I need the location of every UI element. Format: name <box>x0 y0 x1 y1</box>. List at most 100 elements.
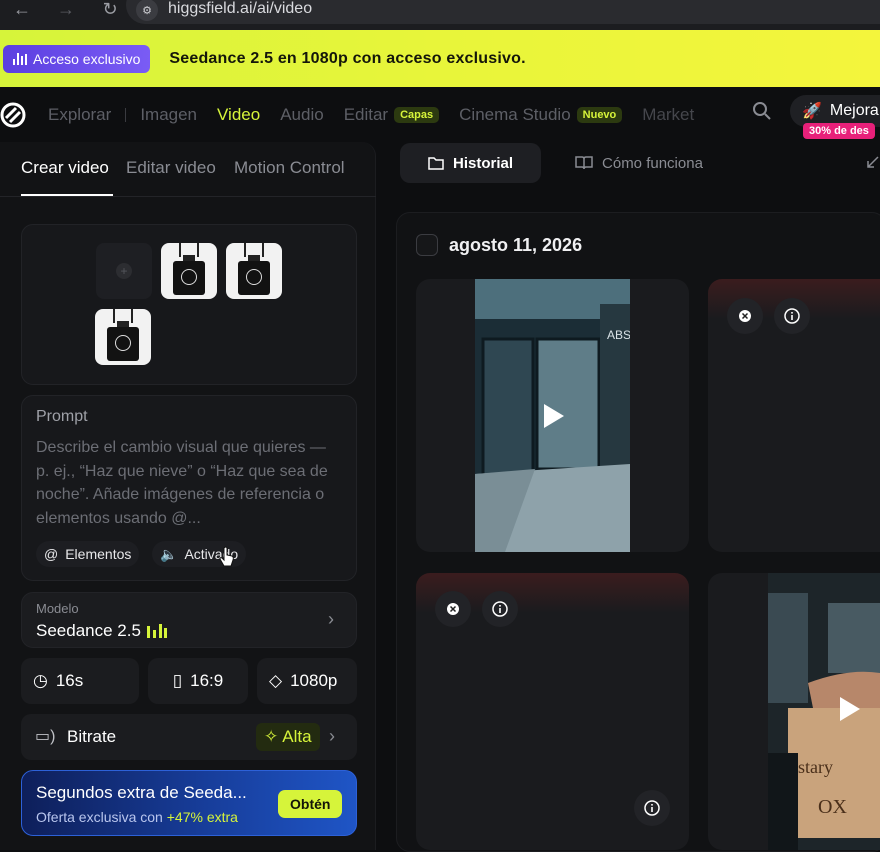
extra-seconds-promo[interactable]: Segundos extra de Seeda... Oferta exclus… <box>21 770 357 836</box>
tab-como-funciona-label: Cómo funciona <box>602 154 703 172</box>
nav-cinema-studio[interactable]: Cinema Studio Nuevo <box>459 104 623 125</box>
aspect-ratio-icon: ▯ <box>172 671 183 690</box>
pending-video-tile[interactable] <box>416 573 689 850</box>
at-icon: @ <box>44 546 59 562</box>
nav-divider <box>125 107 127 122</box>
folder-icon <box>428 157 444 170</box>
arrow-left-icon[interactable]: ← <box>0 0 44 18</box>
bitrate-value-badge: ✧ Alta <box>256 723 320 751</box>
promo-subtitle-prefix: Oferta exclusiva con <box>36 809 163 825</box>
reference-images: + <box>21 224 357 385</box>
expand-icon[interactable] <box>866 155 880 169</box>
bitrate-value: Alta <box>282 727 312 746</box>
resolution-selector[interactable]: ◇ 1080p <box>257 658 357 704</box>
model-label: Modelo <box>36 601 79 616</box>
duration-selector[interactable]: ◷ 16s <box>21 658 139 704</box>
info-button[interactable] <box>482 591 518 627</box>
nav-cinema-studio-label: Cinema Studio <box>459 104 571 124</box>
discount-badge: 30% de des <box>803 123 875 139</box>
svg-text:ABS: ABS <box>607 328 630 342</box>
history-tabs: Historial Cómo funciona <box>400 143 731 183</box>
cancel-button[interactable] <box>435 591 471 627</box>
bitrate-label: Bitrate <box>67 727 117 746</box>
date-group-header: agosto 11, 2026 <box>416 234 582 256</box>
active-tab-underline <box>21 194 113 196</box>
sparkle-icon: ✧ <box>264 727 279 746</box>
add-image-button[interactable]: + <box>96 243 152 299</box>
top-navigation: Explorar Imagen Video Audio Editar Capas … <box>0 87 880 142</box>
nav-explorar[interactable]: Explorar <box>48 105 111 125</box>
nav-audio-label: Audio <box>280 104 324 124</box>
nav-video[interactable]: Video <box>217 105 260 125</box>
rocket-icon: 🚀 <box>802 103 822 120</box>
search-icon[interactable] <box>752 101 772 121</box>
select-all-checkbox[interactable] <box>416 234 438 256</box>
tab-editar-video[interactable]: Editar video <box>126 158 216 178</box>
nav-editar[interactable]: Editar Capas <box>344 105 440 125</box>
prompt-input[interactable]: Describe el cambio visual que quieres — … <box>36 436 336 530</box>
tab-historial[interactable]: Historial <box>400 143 542 183</box>
aspect-ratio-selector[interactable]: ▯ 16:9 <box>148 658 248 704</box>
video-thumbnail[interactable]: ABS <box>475 279 630 552</box>
arrow-right-icon[interactable]: → <box>44 0 88 18</box>
address-bar[interactable]: ⚙ higgsfield.ai/ai/video <box>126 0 880 24</box>
info-icon <box>492 601 508 617</box>
info-icon <box>784 308 800 324</box>
promo-title: Segundos extra de Seeda... <box>36 783 247 802</box>
plus-icon: + <box>116 263 132 279</box>
capas-badge: Capas <box>394 106 440 123</box>
promo-subtitle: Oferta exclusiva con +47% extra <box>36 809 238 825</box>
get-button[interactable]: Obtén <box>278 790 343 818</box>
exclusive-access-label: Acceso exclusivo <box>33 50 141 67</box>
create-panel: Crear video Editar video Motion Control … <box>0 142 376 850</box>
reference-image[interactable] <box>226 243 282 299</box>
browser-toolbar: ← → ↻ ⚙ higgsfield.ai/ai/video <box>0 0 880 30</box>
url-text[interactable]: higgsfield.ai/ai/video <box>168 0 312 18</box>
tab-motion-control[interactable]: Motion Control <box>234 158 345 178</box>
tab-como-funciona[interactable]: Cómo funciona <box>547 143 731 183</box>
upgrade-label: Mejora <box>829 102 879 119</box>
chevron-right-icon: › <box>329 726 335 746</box>
aspect-ratio-value: 16:9 <box>190 671 224 690</box>
nav-market[interactable]: Market <box>642 105 694 125</box>
date-label: agosto 11, 2026 <box>449 234 583 255</box>
model-selector[interactable]: Modelo Seedance 2.5 › <box>21 592 357 648</box>
reference-image[interactable] <box>161 243 217 299</box>
banner-text: Seedance 2.5 en 1080p con acceso exclusi… <box>169 49 526 67</box>
reference-image[interactable] <box>95 309 151 365</box>
elements-chip[interactable]: @ Elementos <box>36 541 140 567</box>
nav-explorar-label: Explorar <box>48 104 112 124</box>
play-icon[interactable] <box>840 697 860 721</box>
info-icon <box>644 800 660 816</box>
cancel-button[interactable] <box>727 298 763 334</box>
promo-banner[interactable]: Acceso exclusivo Seedance 2.5 en 1080p c… <box>0 30 880 87</box>
higgsfield-logo[interactable] <box>0 102 26 128</box>
bitrate-selector[interactable]: ▭) Bitrate ✧ Alta › <box>21 714 357 760</box>
tab-crear-video[interactable]: Crear video <box>21 158 109 178</box>
pending-video-tile[interactable] <box>708 279 880 552</box>
prompt-box[interactable]: Prompt Describe el cambio visual que qui… <box>21 395 357 581</box>
nav-imagen[interactable]: Imagen <box>140 105 197 125</box>
exclusive-access-pill[interactable]: Acceso exclusivo <box>3 44 151 73</box>
close-circle-icon <box>447 603 459 615</box>
elements-label: Elementos <box>65 546 132 562</box>
video-thumbnail[interactable]: stary OX <box>768 573 880 850</box>
nav-imagen-label: Imagen <box>140 104 198 124</box>
nav-audio[interactable]: Audio <box>280 105 323 125</box>
duration-value: 16s <box>55 671 84 690</box>
model-value-row: Seedance 2.5 <box>36 621 167 641</box>
clock-icon: ◷ <box>33 671 48 690</box>
create-tabs: Crear video Editar video Motion Control <box>0 142 376 197</box>
site-info-icon[interactable]: ⚙ <box>136 0 158 21</box>
play-icon[interactable] <box>544 404 564 428</box>
book-icon <box>575 156 593 170</box>
info-button[interactable] <box>774 298 810 334</box>
bitrate-icon: ▭) <box>35 728 56 745</box>
nav-video-label: Video <box>217 104 261 124</box>
resolution-value: 1080p <box>290 671 338 690</box>
svg-text:stary: stary <box>798 757 833 777</box>
info-button[interactable] <box>634 790 670 826</box>
close-circle-icon <box>739 310 751 322</box>
tab-historial-label: Historial <box>453 154 514 172</box>
hand-cursor-icon <box>219 546 234 567</box>
